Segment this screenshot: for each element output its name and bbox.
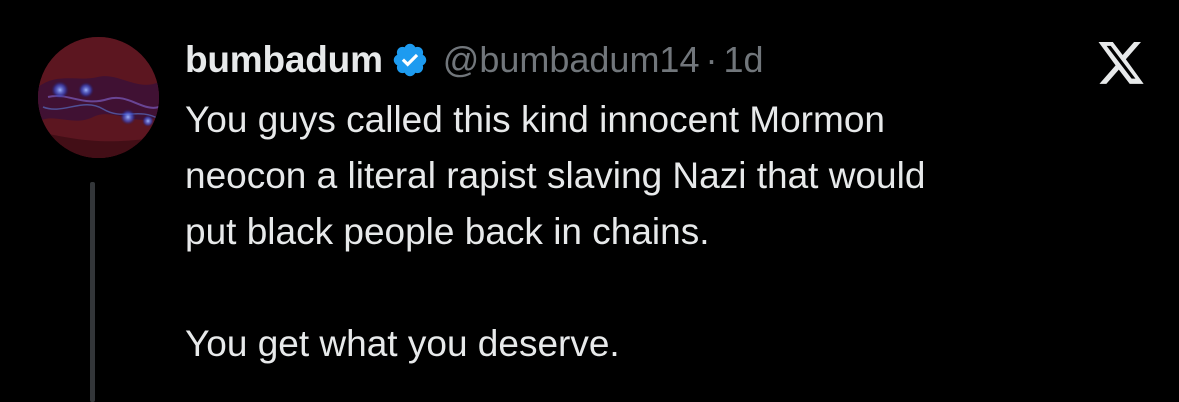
timestamp[interactable]: 1d: [723, 39, 763, 81]
tweet-header: bumbadum @bumbadum14 · 1d: [185, 36, 764, 84]
tweet: bumbadum @bumbadum14 · 1d You guys calle…: [0, 0, 1179, 402]
thread-line: [90, 182, 95, 402]
avatar[interactable]: [38, 37, 159, 158]
user-handle[interactable]: @bumbadum14: [443, 39, 700, 81]
tweet-text-line-2: neocon a literal rapist slaving Nazi tha…: [185, 155, 926, 196]
tweet-text: You guys called this kind innocent Mormo…: [185, 92, 1125, 372]
avatar-image: [38, 37, 159, 158]
tweet-text-line-1: You guys called this kind innocent Mormo…: [185, 99, 885, 140]
tweet-text-line-3: put black people back in chains.: [185, 211, 710, 252]
tweet-text-closing: You get what you deserve.: [185, 323, 620, 364]
x-logo-icon: [1095, 42, 1147, 88]
display-name[interactable]: bumbadum: [185, 39, 383, 81]
verified-badge-icon: [391, 41, 429, 79]
separator-dot: ·: [705, 39, 718, 80]
